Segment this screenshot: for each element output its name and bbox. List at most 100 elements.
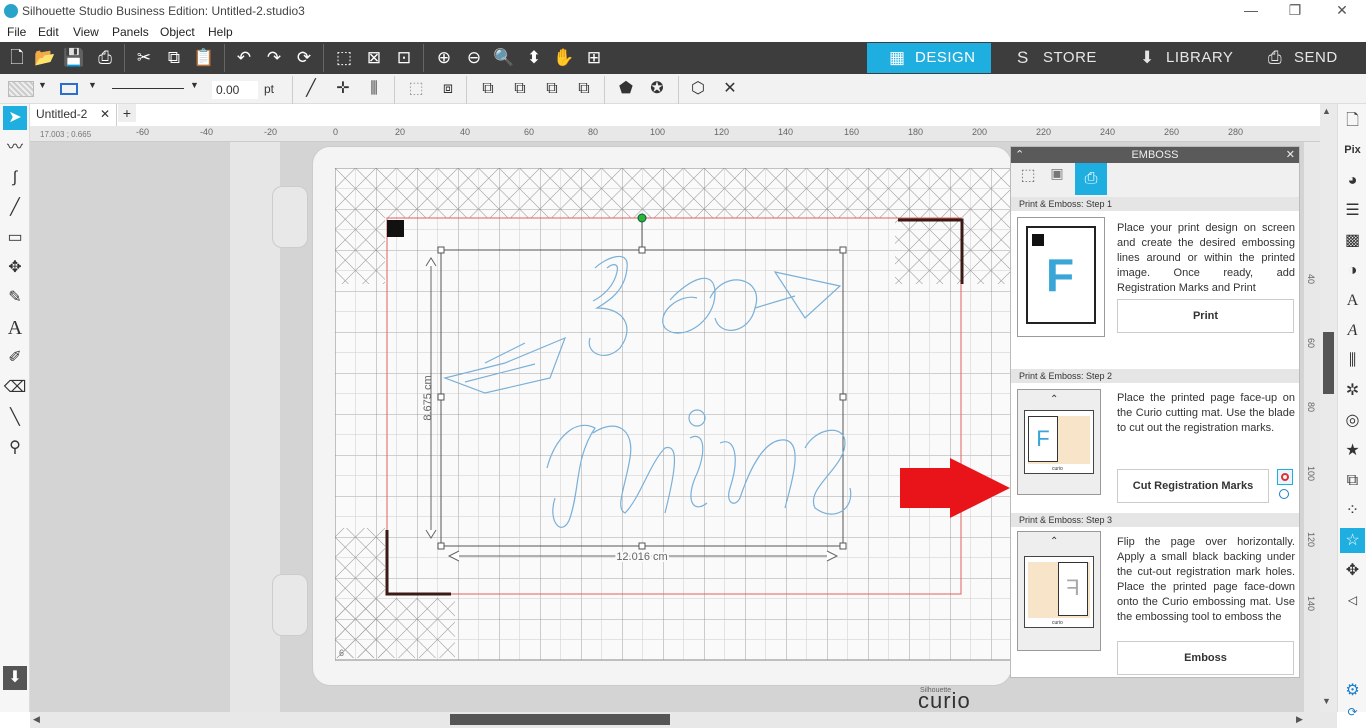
horizontal-scroll-thumb[interactable] [450, 714, 670, 725]
open-folder-icon[interactable]: 📂 [33, 46, 57, 70]
sync-icon[interactable]: ⟳ [1340, 700, 1365, 725]
offset-icon[interactable]: ◎ [1340, 408, 1365, 433]
move-icon[interactable]: ✛ [331, 77, 355, 101]
tab-emboss-settings[interactable]: ▣ [1043, 165, 1071, 193]
star-shape-icon[interactable]: ✪ [645, 77, 669, 101]
zoom-out-icon[interactable]: ⊖ [462, 46, 486, 70]
import-icon[interactable]: ⬇ [3, 666, 27, 690]
line-style-icon[interactable]: ☰ [1340, 198, 1365, 223]
horizontal-scrollbar[interactable]: ◀ ▶ [30, 712, 1337, 728]
eyedropper-icon[interactable]: ⚲ [3, 436, 27, 460]
release-compound-icon[interactable]: ⧉ [508, 77, 532, 101]
page-setup-icon[interactable]: 🗋 [1340, 108, 1365, 133]
scroll-right-icon[interactable]: ▶ [1296, 714, 1303, 725]
align-icon[interactable]: ⫼ [362, 77, 386, 101]
shape-weld-icon[interactable]: ⬟ [614, 77, 638, 101]
sketch-tool-icon[interactable]: ✐ [3, 346, 27, 370]
chevron-down-icon[interactable]: ▼ [88, 80, 97, 90]
drag-zoom-icon[interactable]: ⬍ [522, 46, 546, 70]
select-by-color-icon[interactable]: ⊡ [392, 46, 416, 70]
scroll-down-icon[interactable]: ▼ [1322, 696, 1331, 706]
ungroup-icon[interactable]: ⧈ [436, 77, 460, 101]
3d-cube-icon[interactable]: ⬡ [686, 77, 710, 101]
rotate-handle[interactable] [637, 213, 647, 223]
vertical-scrollbar[interactable]: ▲ ▼ [1320, 104, 1337, 712]
close-window-button[interactable]: ✕ [1332, 2, 1352, 20]
line-tool-icon[interactable]: ╱ [299, 77, 323, 101]
tab-library[interactable]: ⬇ LIBRARY [1118, 43, 1244, 73]
print-button[interactable]: Print [1117, 299, 1294, 333]
close-icon[interactable]: ✕ [718, 77, 742, 101]
menu-object[interactable]: Object [160, 25, 195, 39]
curve-tool-icon[interactable]: ∫ [3, 166, 27, 190]
line-color-swatch[interactable] [60, 83, 78, 95]
zoom-select-icon[interactable]: 🔍 [492, 46, 516, 70]
cut-registration-marks-button[interactable]: Cut Registration Marks [1117, 469, 1269, 503]
line-style-preview[interactable] [112, 88, 184, 89]
text-tool-icon[interactable]: A [3, 316, 27, 340]
trace-icon[interactable]: ✲ [1340, 378, 1365, 403]
refresh-icon[interactable]: ⟳ [292, 46, 316, 70]
close-tab-icon[interactable]: ✕ [100, 104, 110, 124]
redo-icon[interactable]: ↷ [262, 46, 286, 70]
minimize-button[interactable]: — [1241, 2, 1261, 20]
deselect-icon[interactable]: ⊠ [362, 46, 386, 70]
knife-tool-icon[interactable]: ╲ [3, 406, 27, 430]
emboss-star-icon[interactable]: ☆ [1340, 528, 1365, 553]
fill-palette-icon[interactable]: ◕ [1340, 168, 1365, 193]
rectangle-tool-icon[interactable]: ▭ [3, 226, 27, 250]
text-path-icon[interactable]: A [1340, 318, 1365, 343]
tab-emboss-tool[interactable]: ⬚ [1015, 165, 1041, 193]
point-edit-icon[interactable]: 〰 [3, 136, 27, 160]
new-tab-button[interactable]: + [118, 104, 136, 122]
chevron-down-icon[interactable]: ▼ [38, 80, 47, 90]
modify-icon[interactable]: ⧉ [1340, 468, 1365, 493]
cut-icon[interactable]: ✂ [132, 46, 156, 70]
pencil-tool-icon[interactable]: ✎ [3, 286, 27, 310]
restore-button[interactable]: ❐ [1285, 2, 1305, 20]
scroll-left-icon[interactable]: ◀ [33, 714, 40, 725]
select-tool-icon[interactable]: ➤ [3, 106, 27, 130]
rhinestone-icon[interactable]: ⁘ [1340, 498, 1365, 523]
eraser-tool-icon[interactable]: ⌫ [3, 376, 27, 400]
menu-view[interactable]: View [73, 25, 99, 39]
line-weight-field[interactable]: 0.00 [212, 81, 258, 99]
menu-edit[interactable]: Edit [38, 25, 59, 39]
send-to-back-icon[interactable]: ⧉ [572, 77, 596, 101]
make-compound-icon[interactable]: ⧉ [476, 77, 500, 101]
pan-tool-icon[interactable]: ✥ [3, 256, 27, 280]
copy-icon[interactable]: ⧉ [162, 46, 186, 70]
new-document-icon[interactable]: 🗋 [5, 46, 29, 70]
collapse-icon[interactable]: ⌃ [1015, 147, 1024, 163]
save-icon[interactable]: 💾 [62, 46, 86, 70]
alt-option-radio[interactable] [1279, 489, 1289, 499]
line-tool-icon[interactable]: ╱ [3, 196, 27, 220]
tab-send[interactable]: ⎙ SEND [1246, 43, 1366, 73]
undo-icon[interactable]: ↶ [232, 46, 256, 70]
tab-store[interactable]: S STORE [995, 43, 1115, 73]
pattern-icon[interactable]: ▩ [1340, 228, 1365, 253]
collapse-left-icon[interactable]: ◁ [1340, 588, 1365, 613]
menu-help[interactable]: Help [208, 25, 233, 39]
pan-hand-icon[interactable]: ✋ [552, 46, 576, 70]
zoom-in-icon[interactable]: ⊕ [432, 46, 456, 70]
puzzle-icon[interactable]: ✥ [1340, 558, 1365, 583]
tab-print-emboss[interactable]: ⎙ [1075, 163, 1107, 195]
chevron-down-icon[interactable]: ▼ [190, 80, 199, 90]
bring-to-front-icon[interactable]: ⧉ [540, 77, 564, 101]
fill-color-swatch[interactable] [8, 81, 34, 97]
select-all-icon[interactable]: ⬚ [332, 46, 356, 70]
text-style-icon[interactable]: A [1340, 288, 1365, 313]
blade-option-radio[interactable] [1277, 469, 1293, 485]
pixscan-icon[interactable]: Pix [1340, 138, 1365, 163]
design-canvas-svg[interactable]: 8.675 cm 12.016 cm 6 [335, 168, 1015, 662]
paste-icon[interactable]: 📋 [192, 46, 216, 70]
emboss-button[interactable]: Emboss [1117, 641, 1294, 675]
tab-design[interactable]: ▦ DESIGN [867, 43, 991, 73]
menu-file[interactable]: File [7, 25, 26, 39]
vertical-scroll-thumb[interactable] [1323, 332, 1334, 394]
close-icon[interactable]: ✕ [1286, 147, 1295, 163]
print-icon[interactable]: ⎙ [93, 46, 117, 70]
scroll-up-icon[interactable]: ▲ [1322, 106, 1331, 116]
group-icon[interactable]: ⬚ [404, 77, 428, 101]
